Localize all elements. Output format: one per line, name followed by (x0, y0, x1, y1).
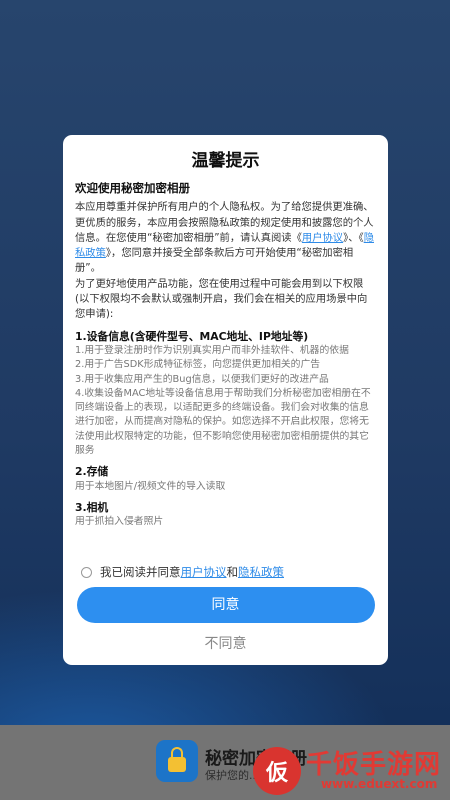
section-item: 2.用于广告SDK形成特征标签，向您提供更加相关的广告 (75, 359, 321, 371)
disagree-button[interactable]: 不同意 (75, 633, 376, 653)
agree-and: 和 (226, 565, 239, 579)
section-item: 4.收集设备MAC地址等设备信息用于帮助我们分析秘密加密相册在不同终端设备上的表… (75, 387, 371, 457)
app-subtitle: 保护您的... (205, 769, 260, 782)
section-item: 3.用于收集应用产生的Bug信息，以便我们更好的改进产品 (75, 373, 329, 385)
agree-button[interactable]: 同意 (76, 587, 375, 623)
agree-privacy-link[interactable]: 隐私政策 (238, 564, 284, 580)
section-item: 用于本地图片/视频文件的导入读取 (75, 480, 226, 492)
agree-user-agreement-link[interactable]: 用户协议 (181, 564, 227, 580)
intro-separator: 》、《 (343, 231, 364, 244)
agree-radio[interactable] (81, 566, 92, 578)
watermark-text: 千饭手游网 (306, 750, 442, 780)
section-item: 用于抓拍入侵者照片 (75, 516, 164, 528)
dialog-content[interactable]: 欢迎使用秘密加密相册 本应用尊重并保护所有用户的个人隐私权。为了给您提供更准确、… (75, 179, 376, 557)
permissions-intro: 为了更好地使用产品功能，您在使用过程中可能会用到以下权限(以下权限均不会默认或强… (75, 277, 368, 321)
watermark-url: www.eduext.com (321, 777, 438, 791)
section-item: 1.用于登录注册时作为识别真实用户而非外挂软件、机器的依据 (75, 344, 349, 356)
section-title-camera: 3.相机 (75, 500, 109, 514)
section-title-storage: 2.存储 (75, 465, 109, 479)
user-agreement-link[interactable]: 用户协议 (302, 232, 343, 244)
dialog-title: 温馨提示 (191, 151, 260, 171)
privacy-dialog: 温馨提示 欢迎使用秘密加密相册 本应用尊重并保护所有用户的个人隐私权。为了给您提… (63, 135, 388, 665)
section-title-device: 1.设备信息(含硬件型号、MAC地址、IP地址等) (75, 329, 309, 343)
welcome-text: 欢迎使用秘密加密相册 (75, 181, 190, 195)
watermark-logo-icon: 仮 (253, 747, 301, 795)
intro-paragraph: 本应用尊重并保护所有用户的个人隐私权。为了给您提供更准确、更优质的服务，本应用会… (75, 200, 376, 276)
agree-checkbox-row[interactable]: 我已阅读并同意 用户协议和隐私政策 (75, 561, 376, 583)
app-lock-icon (156, 740, 198, 782)
intro-text-2: 》，您同意并接受全部条款后方可开始使用“秘密加密相册”。 (75, 247, 354, 275)
agree-prefix: 我已阅读并同意 (100, 565, 181, 579)
